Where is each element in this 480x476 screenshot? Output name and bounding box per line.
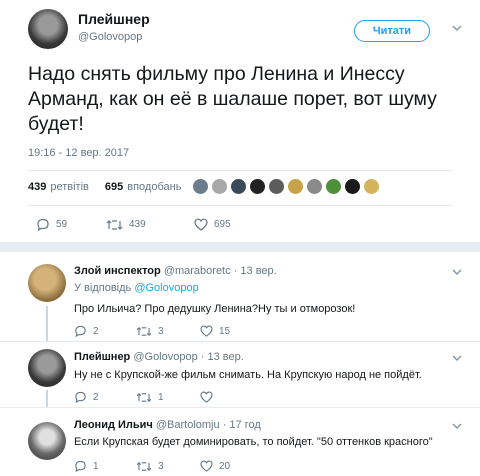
like-button[interactable]: 20 xyxy=(200,460,230,472)
liker-avatar[interactable] xyxy=(230,178,247,195)
retweet-icon xyxy=(106,219,123,230)
liker-avatar[interactable] xyxy=(192,178,209,195)
retweet-button[interactable]: 1 xyxy=(136,392,200,403)
divider xyxy=(28,205,452,206)
reply-button[interactable]: 2 xyxy=(74,325,136,337)
retweet-count: 439 xyxy=(129,219,146,230)
chevron-down-icon[interactable] xyxy=(452,353,462,365)
reply-time[interactable]: · 17 год xyxy=(223,419,261,431)
reply-actions: 2 1 xyxy=(74,391,219,403)
reply-icon xyxy=(75,325,86,337)
reply-icon xyxy=(37,218,49,231)
reply-icon xyxy=(75,460,86,472)
like-icon xyxy=(200,460,213,472)
retweets-count[interactable]: 439 xyxy=(28,181,46,193)
tweet-text: Надо снять фильму про Ленина и Инессу Ар… xyxy=(28,63,437,135)
liker-avatar[interactable] xyxy=(363,178,380,195)
replying-to-handle[interactable]: @Golovopop xyxy=(134,282,198,294)
reply-author-handle[interactable]: @Bartolomju xyxy=(156,419,220,431)
reply-count: 2 xyxy=(93,391,99,403)
reply-count: 59 xyxy=(56,219,68,230)
like-button[interactable]: 15 xyxy=(200,325,230,337)
reply-tweet[interactable]: Плейшнер @Golovopop · 13 вер. Ну не с Кр… xyxy=(0,342,480,408)
author-handle[interactable]: @Golovopop xyxy=(78,31,142,43)
replying-to: У відповідь @Golovopop xyxy=(74,282,199,294)
chevron-down-icon[interactable] xyxy=(452,421,462,433)
retweet-button[interactable]: 3 xyxy=(136,326,200,337)
reply-actions: 2 3 15 xyxy=(74,325,230,337)
main-tweet: Плейшнер @Golovopop Читати Надо снять фи… xyxy=(0,0,480,250)
section-separator xyxy=(0,242,480,252)
likes-label[interactable]: вподобань xyxy=(127,181,181,193)
reply-author: Леонид Ильич @Bartolomju · 17 год xyxy=(74,419,261,431)
liker-avatar[interactable] xyxy=(287,178,304,195)
retweet-count: 3 xyxy=(158,325,164,337)
reply-author-name[interactable]: Леонид Ильич xyxy=(74,419,153,431)
reply-count: 1 xyxy=(93,460,99,472)
like-count: 15 xyxy=(219,325,231,337)
reply-button[interactable]: 1 xyxy=(74,460,136,472)
chevron-down-icon[interactable] xyxy=(452,23,462,35)
reply-author: Плейшнер @Golovopop · 13 вер. xyxy=(74,351,244,363)
reply-author: Злой инспектор @maraboretc · 13 вер. xyxy=(74,265,277,277)
reply-text: Если Крупская будет доминировать, то пой… xyxy=(74,436,433,448)
replying-label: У відповідь xyxy=(74,282,132,294)
liker-avatar[interactable] xyxy=(344,178,361,195)
likers-avatars xyxy=(192,178,380,195)
reply-author-name[interactable]: Плейшнер xyxy=(74,351,130,363)
retweet-button[interactable]: 439 xyxy=(106,219,194,231)
author-avatar[interactable] xyxy=(28,9,68,49)
thread-line xyxy=(46,390,48,408)
divider xyxy=(28,170,452,171)
retweet-button[interactable]: 3 xyxy=(136,461,200,472)
reply-actions: 1 3 20 xyxy=(74,460,230,472)
retweet-count: 1 xyxy=(158,391,164,403)
reply-button[interactable]: 59 xyxy=(36,218,106,231)
author-name[interactable]: Плейшнер xyxy=(78,11,150,27)
chevron-down-icon[interactable] xyxy=(452,267,462,279)
liker-avatar[interactable] xyxy=(211,178,228,195)
thread-line xyxy=(46,306,48,342)
like-button[interactable] xyxy=(200,391,219,403)
reply-text: Ну не с Крупской-же фильм снимать. На Кр… xyxy=(74,369,422,381)
reply-avatar[interactable] xyxy=(28,422,66,460)
reply-author-name[interactable]: Злой инспектор xyxy=(74,265,161,277)
reply-avatar[interactable] xyxy=(28,349,66,387)
reply-count: 2 xyxy=(93,325,99,337)
retweet-count: 3 xyxy=(158,460,164,472)
like-button[interactable]: 695 xyxy=(194,218,231,231)
like-count: 20 xyxy=(219,460,231,472)
reply-tweet[interactable]: Злой инспектор @maraboretc · 13 вер. У в… xyxy=(0,252,480,342)
reply-author-handle[interactable]: @Golovopop xyxy=(133,351,197,363)
retweet-icon xyxy=(136,326,152,336)
like-icon xyxy=(194,218,208,231)
like-icon xyxy=(200,391,213,403)
retweets-label[interactable]: ретвітів xyxy=(50,181,89,193)
reply-time[interactable]: · 13 вер. xyxy=(234,265,277,277)
reply-text: Про Ильича? Про дедушку Ленина?Ну ты и о… xyxy=(74,303,356,315)
reply-author-handle[interactable]: @maraboretc xyxy=(164,265,231,277)
like-count: 695 xyxy=(214,219,231,230)
tweet-actions: 59 439 695 xyxy=(36,218,231,231)
follow-button[interactable]: Читати xyxy=(354,20,430,42)
divider xyxy=(0,341,480,342)
retweet-icon xyxy=(136,392,152,402)
liker-avatar[interactable] xyxy=(306,178,323,195)
reply-tweet[interactable]: Леонид Ильич @Bartolomju · 17 год Если К… xyxy=(0,408,480,476)
retweet-icon xyxy=(136,461,152,471)
tweet-stats: 439 ретвітів 695 вподобань xyxy=(28,181,181,193)
reply-button[interactable]: 2 xyxy=(74,391,136,403)
reply-time[interactable]: · 13 вер. xyxy=(201,351,244,363)
reply-avatar[interactable] xyxy=(28,264,66,302)
liker-avatar[interactable] xyxy=(268,178,285,195)
likes-count[interactable]: 695 xyxy=(105,181,123,193)
liker-avatar[interactable] xyxy=(325,178,342,195)
divider xyxy=(0,407,480,408)
tweet-timestamp[interactable]: 19:16 - 12 вер. 2017 xyxy=(28,147,129,159)
like-icon xyxy=(200,325,213,337)
reply-icon xyxy=(75,391,86,403)
liker-avatar[interactable] xyxy=(249,178,266,195)
